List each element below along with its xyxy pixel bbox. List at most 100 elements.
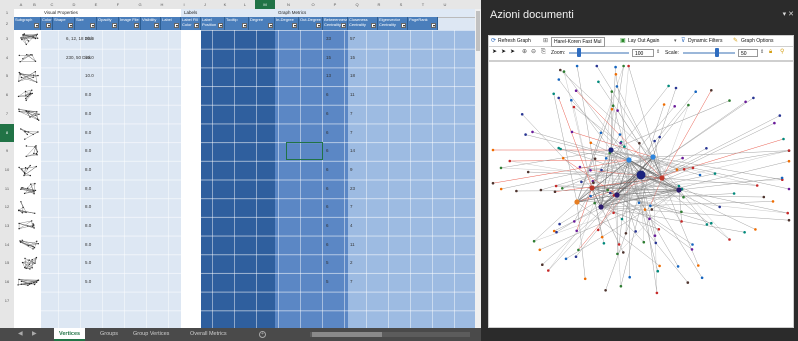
table-row[interactable]: 8.0 6 11	[14, 236, 481, 255]
row-number[interactable]: 15	[0, 254, 14, 273]
row-number[interactable]: 4	[0, 49, 14, 68]
table-row[interactable]: 5.0 5 2	[14, 254, 481, 273]
network-graph[interactable]	[489, 62, 793, 327]
column-letter[interactable]: R	[368, 0, 390, 9]
field-header[interactable]: Subgraph	[14, 17, 41, 30]
field-header[interactable]: Eigenvector Centrality	[378, 17, 408, 30]
filter-dropdown-icon[interactable]	[46, 23, 51, 28]
field-header[interactable]: Closeness Centrality	[348, 17, 378, 30]
chevron-down-icon[interactable]: ▾	[674, 38, 677, 45]
active-cell[interactable]	[286, 142, 323, 161]
field-header[interactable]: Size	[75, 17, 97, 30]
select-subgroup-icon[interactable]: ➤	[501, 49, 506, 56]
field-header[interactable]: Degree	[249, 17, 275, 30]
column-letter[interactable]: U	[434, 0, 456, 9]
row-number[interactable]: 3	[0, 30, 14, 49]
row-number[interactable]: 14	[0, 236, 14, 255]
graph-options-icon[interactable]: ✎	[733, 38, 738, 45]
column-letter[interactable]: Q	[346, 0, 368, 9]
filter-dropdown-icon[interactable]	[268, 23, 273, 28]
field-header[interactable]: Color	[41, 17, 53, 30]
filter-dropdown-icon[interactable]	[68, 23, 73, 28]
filter-dropdown-icon[interactable]	[431, 23, 436, 28]
refresh-icon[interactable]: ⟳	[491, 38, 496, 45]
vertical-scroll-thumb[interactable]	[476, 11, 480, 51]
horizontal-scroll-thumb[interactable]	[312, 332, 382, 337]
row-number[interactable]: 9	[0, 142, 14, 161]
row-number[interactable]: 2	[0, 17, 14, 30]
column-letter[interactable]: T	[412, 0, 434, 9]
column-letter[interactable]: E	[85, 0, 107, 9]
table-row[interactable]: 8.0 6 14	[14, 142, 481, 161]
filter-dropdown-icon[interactable]	[316, 23, 321, 28]
filter-dropdown-icon[interactable]	[90, 23, 95, 28]
table-row[interactable]: 8.0 6 4	[14, 217, 481, 236]
row-number[interactable]: 6	[0, 86, 14, 105]
pin-icon[interactable]: ⚲	[780, 49, 784, 56]
table-row[interactable]: 8.0 6 7	[14, 105, 481, 124]
table-row[interactable]: 230, 50 Disk 15.0 15 15	[14, 49, 481, 68]
row-number[interactable]: 17	[0, 292, 14, 311]
row-number[interactable]: 11	[0, 180, 14, 199]
tab-vertices[interactable]: Vertices	[54, 328, 86, 341]
column-letter[interactable]: A	[14, 0, 28, 9]
field-header[interactable]: Visibility	[141, 17, 161, 30]
filter-dropdown-icon[interactable]	[371, 23, 376, 28]
layout-select[interactable]: Harel-Koren Fast Mul	[551, 37, 605, 47]
horizontal-scrollbar[interactable]	[310, 332, 470, 337]
column-letter[interactable]: S	[390, 0, 412, 9]
filter-dropdown-icon[interactable]	[112, 23, 117, 28]
row-number[interactable]: 12	[0, 198, 14, 217]
filter-dropdown-icon[interactable]	[341, 23, 346, 28]
field-header[interactable]: In-Degree	[275, 17, 299, 30]
copy-image-icon[interactable]: ⎘	[541, 49, 546, 56]
filter-dropdown-icon[interactable]	[242, 23, 247, 28]
tab-scroll-left-icon[interactable]: ◀	[18, 328, 23, 341]
row-number[interactable]: 1	[0, 9, 14, 17]
zoom-stepper-icon[interactable]: ⇕	[656, 49, 660, 56]
filter-dropdown-icon[interactable]	[194, 23, 199, 28]
dynamic-filters-button[interactable]: Dynamic Filters	[688, 36, 722, 47]
scale-slider-knob[interactable]	[715, 48, 719, 57]
field-header[interactable]: Betweenness Centrality	[323, 17, 348, 30]
filter-icon[interactable]: ⊽	[681, 38, 685, 45]
field-header[interactable]: Image File	[119, 17, 141, 30]
graph-canvas[interactable]	[488, 61, 794, 328]
tab-group-vertices[interactable]: Group Vertices	[128, 328, 174, 341]
column-letter[interactable]: J	[195, 0, 215, 9]
field-header[interactable]: Tooltip	[225, 17, 249, 30]
column-letter[interactable]: P	[324, 0, 346, 9]
refresh-graph-button[interactable]: Refresh Graph	[498, 36, 531, 47]
select-arrow-icon[interactable]: ➤	[492, 49, 497, 56]
pane-options-icon[interactable]: ▾ ✕	[783, 10, 794, 18]
column-letter[interactable]: M	[255, 0, 275, 9]
row-number[interactable]: 13	[0, 217, 14, 236]
lay-out-again-icon[interactable]: ▣	[620, 38, 626, 45]
table-row[interactable]: 8.0 6 7	[14, 198, 481, 217]
tab-groups[interactable]: Groups	[95, 328, 123, 341]
column-letter[interactable]: O	[302, 0, 324, 9]
table-row[interactable]: 10.0 13 18	[14, 67, 481, 86]
column-letter[interactable]: B	[28, 0, 41, 9]
zoom-value-field[interactable]: 100	[632, 49, 654, 57]
column-letter[interactable]: H	[151, 0, 173, 9]
table-row[interactable]: 8.0 6 23	[14, 180, 481, 199]
column-letter[interactable]: G	[129, 0, 151, 9]
tab-overall-metrics[interactable]: Overall Metrics	[185, 328, 232, 341]
field-header[interactable]: Opacity	[97, 17, 119, 30]
column-letter[interactable]: C	[41, 0, 63, 9]
select-tree-icon[interactable]: ➤	[510, 49, 515, 56]
table-row[interactable]: 8.0 6 11	[14, 86, 481, 105]
field-header[interactable]: Label Position	[201, 17, 225, 30]
table-row[interactable]: 5.0 5 7	[14, 273, 481, 292]
table-row[interactable]: 6, 12, 18 Disk 30.0 33 57	[14, 30, 481, 49]
zoom-in-icon[interactable]: ⊕	[522, 49, 527, 56]
worksheet[interactable]: ABCDEFGHIJKLMNOPQRSTU 1 2 3 4 5 6 7 8 9 10 11 12 13 1…	[0, 0, 481, 328]
column-letter[interactable]: I	[173, 0, 195, 9]
filter-dropdown-icon[interactable]	[134, 23, 139, 28]
column-letter[interactable]: D	[63, 0, 85, 9]
row-number[interactable]: 7	[0, 105, 14, 124]
filter-dropdown-icon[interactable]	[218, 23, 223, 28]
row-number[interactable]: 8	[0, 123, 14, 143]
zoom-out-icon[interactable]: ⊖	[531, 49, 536, 56]
